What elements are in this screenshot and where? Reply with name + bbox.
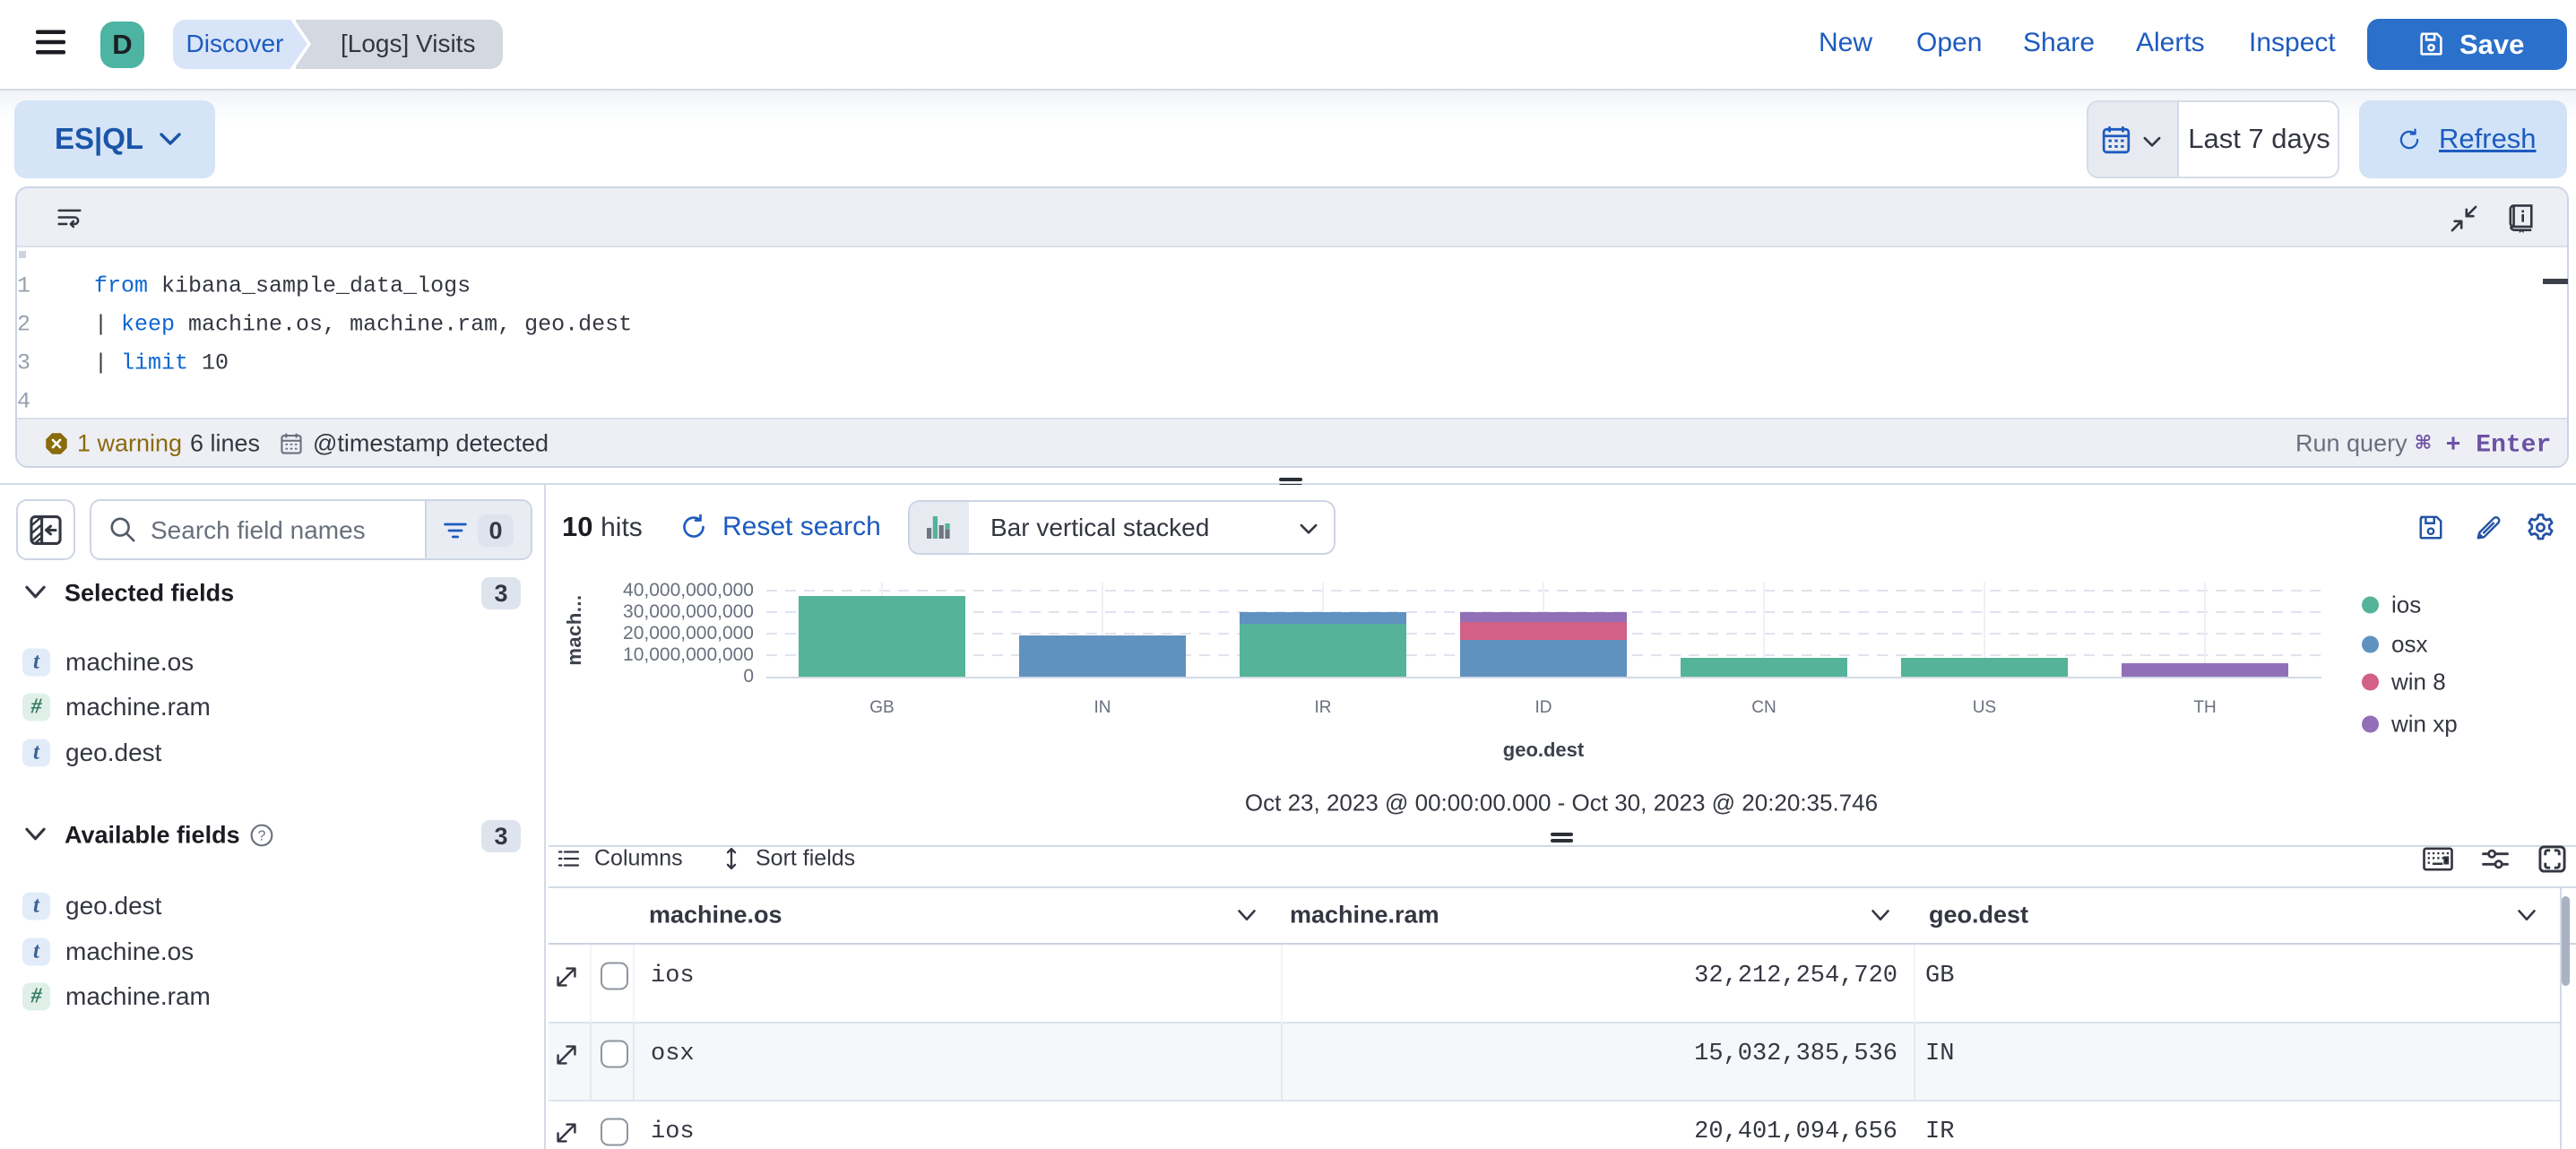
svg-text:?: ?: [258, 828, 266, 843]
